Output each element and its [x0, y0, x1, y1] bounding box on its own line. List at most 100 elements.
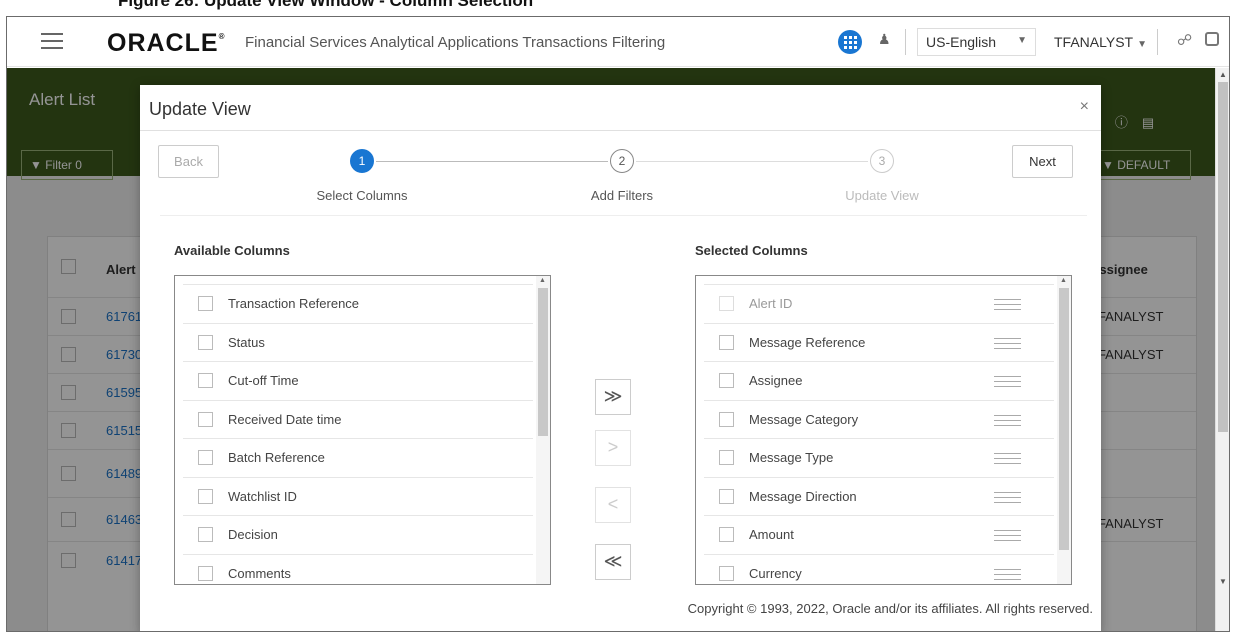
- scrollbar-thumb[interactable]: [1218, 82, 1228, 432]
- list-item[interactable]: Message Direction: [704, 476, 1054, 516]
- column-checkbox[interactable]: [198, 527, 213, 542]
- update-view-modal: Update View × Back Next 1 2 3 Select Col…: [140, 85, 1101, 631]
- step-connector: [636, 161, 868, 162]
- scrollbar-thumb[interactable]: [1059, 288, 1069, 550]
- column-label: Cut-off Time: [228, 373, 299, 388]
- list-item[interactable]: Transaction Reference: [183, 284, 533, 323]
- scroll-up-icon[interactable]: ▲: [539, 277, 546, 284]
- drag-handle-icon[interactable]: [994, 414, 1021, 426]
- language-value: US-English: [926, 34, 997, 50]
- column-checkbox[interactable]: [198, 296, 213, 311]
- list-item[interactable]: Decision: [183, 515, 533, 554]
- column-checkbox[interactable]: [719, 450, 734, 465]
- header-separator: [905, 29, 906, 55]
- column-label: Message Direction: [749, 488, 857, 504]
- list-item[interactable]: Message Type: [704, 438, 1054, 477]
- drag-handle-icon[interactable]: [994, 337, 1021, 349]
- column-label: Message Category: [749, 411, 859, 427]
- scroll-up-icon[interactable]: ▲: [1060, 277, 1067, 284]
- available-columns-title: Available Columns: [174, 243, 290, 258]
- column-checkbox[interactable]: [198, 373, 213, 388]
- move-right-button[interactable]: >: [595, 430, 631, 466]
- available-list-scrollbar[interactable]: ▲: [536, 276, 550, 584]
- list-item[interactable]: Message Reference: [704, 322, 1054, 362]
- column-checkbox[interactable]: [198, 411, 213, 427]
- network-icon[interactable]: ☍: [1177, 31, 1192, 49]
- hamburger-menu-icon[interactable]: [41, 33, 63, 49]
- column-label: Transaction Reference: [228, 296, 360, 311]
- drag-handle-icon[interactable]: [994, 568, 1021, 580]
- list-item[interactable]: Cut-off Time: [183, 361, 533, 400]
- column-label: Watchlist ID: [228, 488, 297, 504]
- selected-list-scrollbar[interactable]: ▲: [1057, 276, 1071, 584]
- list-item[interactable]: Currency: [704, 553, 1054, 585]
- drag-handle-icon[interactable]: [994, 299, 1021, 310]
- column-label: Comments: [228, 565, 291, 581]
- selected-columns-items: Alert ID Message Reference Assignee Mess…: [704, 284, 1054, 585]
- modal-title: Update View: [149, 99, 251, 119]
- list-item[interactable]: Assignee: [704, 361, 1054, 400]
- column-checkbox[interactable]: [719, 527, 734, 542]
- column-label: Alert ID: [749, 296, 793, 311]
- column-checkbox[interactable]: [719, 565, 734, 581]
- scroll-down-icon[interactable]: ▼: [1219, 577, 1227, 586]
- screenshot-root: Figure 26: Update View Window - Column S…: [0, 0, 1235, 635]
- step-3-label: Update View: [845, 188, 919, 203]
- selected-columns-title: Selected Columns: [695, 243, 808, 258]
- column-label: Currency: [749, 565, 802, 581]
- list-item[interactable]: Message Category: [704, 399, 1054, 439]
- list-item[interactable]: Amount: [704, 515, 1054, 554]
- available-columns-items: Transaction Reference Status Cut-off Tim…: [183, 284, 533, 585]
- chevron-down-icon: ▼: [1017, 35, 1027, 46]
- list-item[interactable]: Received Date time: [183, 399, 533, 439]
- language-select[interactable]: US-English ▼: [917, 28, 1036, 56]
- apps-grid-icon[interactable]: [838, 30, 862, 54]
- column-checkbox: [719, 296, 734, 311]
- selected-columns-list[interactable]: Alert ID Message Reference Assignee Mess…: [695, 275, 1072, 585]
- list-item[interactable]: Watchlist ID: [183, 476, 533, 516]
- list-item[interactable]: Alert ID: [704, 284, 1054, 323]
- column-checkbox[interactable]: [719, 373, 734, 388]
- copyright-footer: Copyright © 1993, 2022, Oracle and/or it…: [687, 601, 1093, 616]
- move-all-right-button[interactable]: ≫: [595, 379, 631, 415]
- step-1-indicator[interactable]: 1: [350, 149, 374, 173]
- page-scrollbar[interactable]: ▲ ▼: [1215, 68, 1229, 631]
- column-checkbox[interactable]: [198, 450, 213, 465]
- user-name: TFANALYST: [1054, 34, 1134, 50]
- list-item[interactable]: Batch Reference: [183, 438, 533, 477]
- steps-divider: [160, 215, 1087, 216]
- header-separator: [1157, 29, 1158, 55]
- column-checkbox[interactable]: [198, 334, 213, 350]
- drag-handle-icon[interactable]: [994, 453, 1021, 464]
- top-header: ORACLE® Financial Services Analytical Ap…: [7, 17, 1229, 67]
- step-3-indicator: 3: [870, 149, 894, 173]
- close-icon[interactable]: ×: [1080, 98, 1089, 116]
- scroll-up-icon[interactable]: ▲: [1219, 70, 1227, 79]
- list-item[interactable]: Status: [183, 322, 533, 362]
- move-all-left-button[interactable]: ≪: [595, 544, 631, 580]
- move-left-button[interactable]: <: [595, 487, 631, 523]
- column-checkbox[interactable]: [198, 565, 213, 581]
- screenshot-icon[interactable]: [1205, 32, 1219, 46]
- drag-handle-icon[interactable]: [994, 376, 1021, 387]
- step-2-label: Add Filters: [590, 188, 654, 203]
- column-label: Message Reference: [749, 334, 866, 350]
- user-roles-icon[interactable]: ♟: [878, 31, 891, 48]
- available-columns-list[interactable]: Transaction Reference Status Cut-off Tim…: [174, 275, 551, 585]
- step-2-indicator[interactable]: 2: [610, 149, 634, 173]
- column-checkbox[interactable]: [719, 488, 734, 504]
- drag-handle-icon[interactable]: [994, 491, 1021, 503]
- list-item[interactable]: Comments: [183, 553, 533, 585]
- user-menu[interactable]: TFANALYST ▼: [1054, 34, 1147, 50]
- step-connector: [376, 161, 608, 162]
- back-button[interactable]: Back: [158, 145, 219, 178]
- chevron-down-icon: ▼: [1137, 39, 1147, 50]
- next-button[interactable]: Next: [1012, 145, 1073, 178]
- column-checkbox[interactable]: [719, 334, 734, 350]
- column-label: Batch Reference: [228, 450, 325, 465]
- oracle-logo: ORACLE®: [107, 29, 226, 57]
- column-checkbox[interactable]: [719, 411, 734, 427]
- column-checkbox[interactable]: [198, 488, 213, 504]
- scrollbar-thumb[interactable]: [538, 288, 548, 436]
- drag-handle-icon[interactable]: [994, 530, 1021, 541]
